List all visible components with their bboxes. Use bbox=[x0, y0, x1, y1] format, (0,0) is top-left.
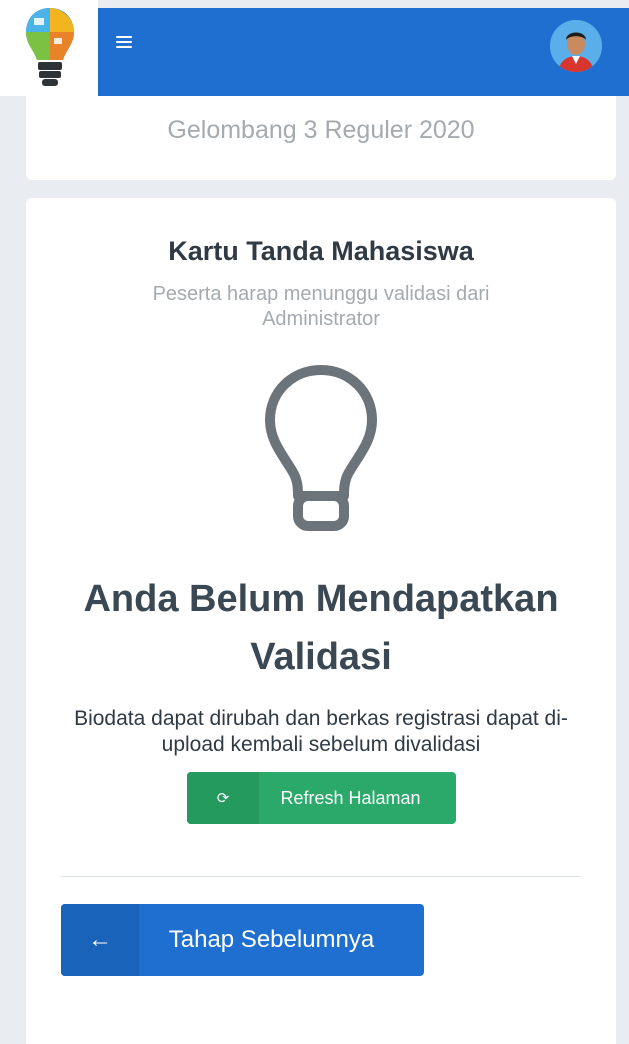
wave-card: Gelombang 3 Reguler 2020 bbox=[26, 96, 616, 180]
logo[interactable] bbox=[0, 0, 98, 96]
avatar-icon bbox=[550, 20, 602, 72]
page: Gelombang 3 Reguler 2020 Kartu Tanda Mah… bbox=[0, 0, 629, 1044]
user-avatar[interactable] bbox=[550, 20, 602, 72]
divider bbox=[61, 876, 581, 877]
card-title: Kartu Tanda Mahasiswa bbox=[168, 236, 474, 266]
lightbulb-icon bbox=[258, 358, 384, 543]
top-bar bbox=[0, 0, 629, 96]
previous-step-label: Tahap Sebelumnya bbox=[168, 926, 375, 953]
lightbulb-puzzle-logo-icon bbox=[26, 8, 74, 86]
refresh-button-label: Refresh Halaman bbox=[280, 787, 421, 808]
previous-step-button[interactable]: ← Tahap Sebelumnya bbox=[61, 904, 424, 976]
ktm-card: Kartu Tanda Mahasiswa Peserta harap menu… bbox=[26, 198, 616, 1044]
card-subtitle: Peserta harap menunggu validasi dari Adm… bbox=[152, 283, 490, 330]
refresh-page-button[interactable]: ⟳ Refresh Halaman bbox=[187, 772, 456, 824]
refresh-icon: ⟳ bbox=[187, 772, 259, 824]
hamburger-menu-icon[interactable] bbox=[116, 36, 132, 50]
status-headline: Anda Belum Mendapatkan Validasi bbox=[83, 578, 559, 678]
nav-bar bbox=[98, 8, 629, 96]
arrow-left-icon: ← bbox=[61, 904, 139, 976]
wave-label: Gelombang 3 Reguler 2020 bbox=[167, 116, 475, 144]
status-description: Biodata dapat dirubah dan berkas registr… bbox=[74, 707, 568, 756]
